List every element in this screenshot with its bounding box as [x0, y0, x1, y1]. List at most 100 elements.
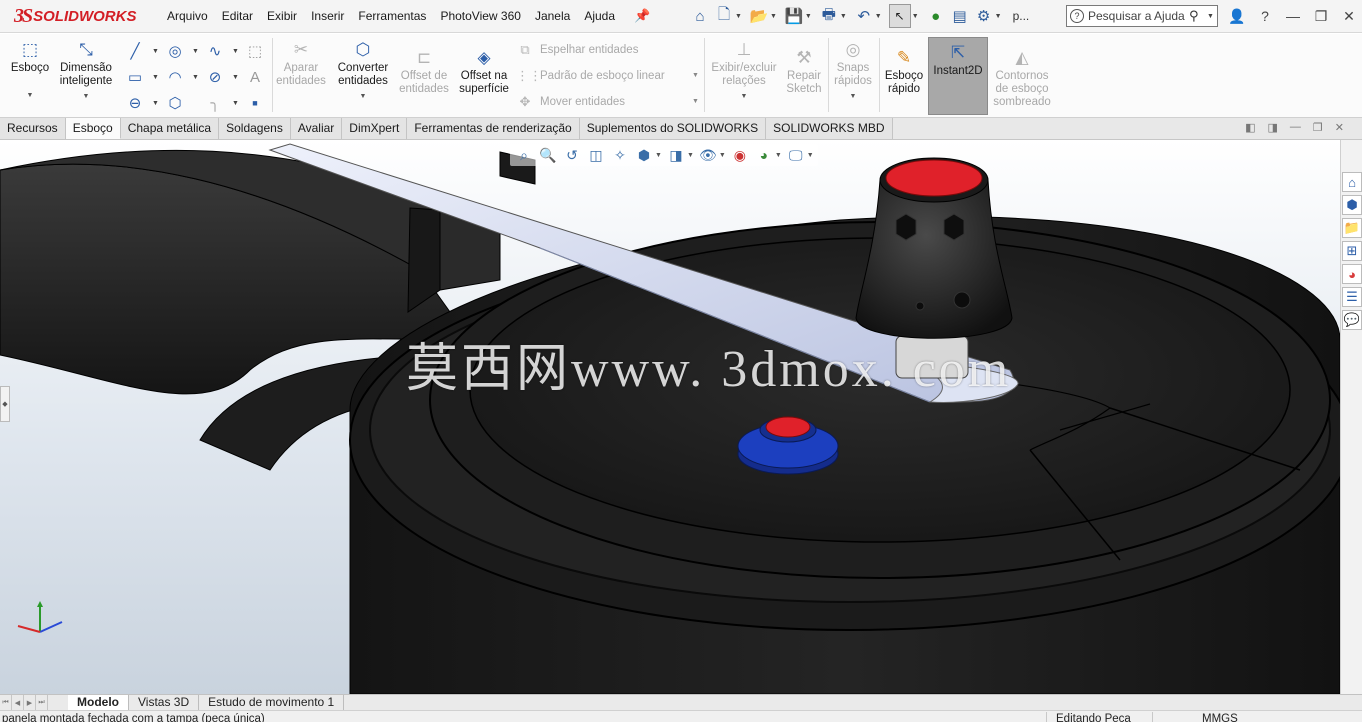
- hide-show-icon[interactable]: 👁: [698, 145, 718, 165]
- previous-icon[interactable]: ◧: [1245, 121, 1255, 134]
- next-icon[interactable]: ◨: [1268, 121, 1278, 134]
- zoom-to-fit-icon[interactable]: ⌕: [514, 145, 534, 165]
- restore-doc-icon[interactable]: ❐: [1313, 121, 1323, 134]
- menu-editar[interactable]: Editar: [215, 9, 260, 23]
- menu-ferramentas[interactable]: Ferramentas: [351, 9, 433, 23]
- chevron-down-icon[interactable]: ▼: [840, 13, 847, 20]
- chevron-down-icon[interactable]: ▼: [83, 90, 90, 103]
- instant2d-button[interactable]: ⇱ Instant2D: [928, 37, 988, 115]
- chevron-down-icon[interactable]: ▼: [655, 152, 662, 159]
- forum-icon[interactable]: 💬: [1342, 310, 1362, 330]
- chevron-down-icon[interactable]: ▼: [875, 13, 882, 20]
- point-icon[interactable]: ■: [246, 94, 264, 112]
- appearances-icon[interactable]: ◕: [1342, 264, 1362, 284]
- plane-icon[interactable]: ⬚: [246, 42, 264, 60]
- edit-appearance-icon[interactable]: ◉: [730, 145, 750, 165]
- zoom-area-icon[interactable]: 🔍: [538, 145, 558, 165]
- last-tab-icon[interactable]: ⏭: [36, 695, 48, 710]
- shaded-sketch-contours-button[interactable]: ◭ Contornos de esboço sombreado: [990, 46, 1054, 109]
- options-gear-icon[interactable]: ⚙: [974, 6, 994, 26]
- pin-icon[interactable]: 📌: [634, 8, 650, 24]
- chevron-down-icon[interactable]: ▼: [807, 152, 814, 159]
- convert-entities-button[interactable]: ⬡ Converter entidades ▼: [334, 38, 392, 103]
- help-search-input[interactable]: Pesquisar a Ajuda: [1088, 9, 1189, 23]
- display-style-icon[interactable]: ◨: [666, 145, 686, 165]
- esboco-button[interactable]: ⬚ Esboço ▼: [8, 38, 52, 102]
- dynamic-annotation-icon[interactable]: ✧: [610, 145, 630, 165]
- spline-icon[interactable]: ∿: [206, 42, 224, 60]
- circle-icon[interactable]: ◎: [166, 42, 184, 60]
- solidworks-resources-icon[interactable]: ⌂: [1342, 172, 1362, 192]
- custom-properties-icon[interactable]: ☰: [1342, 287, 1362, 307]
- chevron-down-icon[interactable]: ▼: [741, 90, 748, 103]
- repair-sketch-button[interactable]: ⚒ Repair Sketch: [782, 46, 826, 96]
- line-icon[interactable]: ╱: [126, 42, 144, 60]
- previous-view-icon[interactable]: ↺: [562, 145, 582, 165]
- file-properties-icon[interactable]: ▤: [950, 6, 970, 26]
- solidworks-logo[interactable]: 3S SOLIDWORKS: [0, 0, 160, 33]
- undo-icon[interactable]: ↶: [854, 6, 874, 26]
- minimize-icon[interactable]: —: [1282, 8, 1304, 24]
- restore-icon[interactable]: ❐: [1310, 8, 1332, 25]
- menu-janela[interactable]: Janela: [528, 9, 577, 23]
- linear-pattern-button[interactable]: ⋮⋮ Padrão de esboço linear: [516, 68, 665, 84]
- chevron-down-icon[interactable]: ▼: [152, 100, 159, 107]
- menu-ajuda[interactable]: Ajuda: [577, 9, 622, 23]
- chevron-down-icon[interactable]: ▼: [27, 89, 34, 102]
- chevron-down-icon[interactable]: ▼: [232, 48, 239, 55]
- offset-surface-button[interactable]: ◈ Offset na superfície: [456, 46, 512, 96]
- offset-entities-button[interactable]: ⊏ Offset de entidades: [396, 46, 452, 96]
- trim-entities-button[interactable]: ✂ Aparar entidades: [274, 38, 328, 88]
- tab-dimxpert[interactable]: DimXpert: [342, 118, 408, 139]
- traffic-light-icon[interactable]: ●: [926, 6, 946, 26]
- user-icon[interactable]: 👤: [1226, 8, 1248, 25]
- tab-suplementos[interactable]: Suplementos do SOLIDWORKS: [579, 118, 767, 139]
- arc-icon[interactable]: ◠: [166, 68, 184, 86]
- chevron-down-icon[interactable]: ▼: [995, 13, 1002, 20]
- file-explorer-icon[interactable]: 📁: [1342, 218, 1362, 238]
- chevron-down-icon[interactable]: ▼: [805, 13, 812, 20]
- chevron-down-icon[interactable]: ▼: [360, 90, 367, 103]
- chevron-down-icon[interactable]: ▼: [770, 13, 777, 20]
- chevron-down-icon[interactable]: ▼: [1207, 13, 1217, 20]
- chevron-down-icon[interactable]: ▼: [152, 48, 159, 55]
- chevron-down-icon[interactable]: ▼: [692, 72, 699, 79]
- chevron-down-icon[interactable]: ▼: [850, 90, 857, 103]
- minimize-doc-icon[interactable]: —: [1290, 121, 1301, 134]
- chevron-down-icon[interactable]: ▼: [775, 152, 782, 159]
- next-tab-icon[interactable]: ▶: [24, 695, 36, 710]
- open-folder-icon[interactable]: 📂: [749, 6, 769, 26]
- quick-label[interactable]: p...: [1013, 9, 1030, 23]
- chevron-down-icon[interactable]: ▼: [912, 13, 919, 20]
- menu-photoview[interactable]: PhotoView 360: [433, 9, 528, 23]
- chevron-down-icon[interactable]: ▼: [735, 13, 742, 20]
- close-icon[interactable]: ✕: [1338, 8, 1360, 25]
- tab-recursos[interactable]: Recursos: [0, 118, 66, 139]
- chevron-down-icon[interactable]: ▼: [192, 74, 199, 81]
- mirror-entities-button[interactable]: ⧉ Espelhar entidades: [516, 42, 638, 58]
- chevron-down-icon[interactable]: ▼: [192, 48, 199, 55]
- help-icon[interactable]: ?: [1254, 8, 1276, 24]
- tab-avaliar[interactable]: Avaliar: [290, 118, 343, 139]
- save-icon[interactable]: 💾: [784, 6, 804, 26]
- chevron-down-icon[interactable]: ▼: [719, 152, 726, 159]
- tab-esboco[interactable]: Esboço: [65, 118, 121, 139]
- section-view-icon[interactable]: ◫: [586, 145, 606, 165]
- first-tab-icon[interactable]: ⏮: [0, 695, 12, 710]
- tab-soldagens[interactable]: Soldagens: [219, 118, 291, 139]
- rectangle-icon[interactable]: ▭: [126, 68, 144, 86]
- polygon-icon[interactable]: ⊘: [206, 68, 224, 86]
- select-cursor-icon[interactable]: ↖: [888, 4, 911, 28]
- previous-tab-icon[interactable]: ◀: [12, 695, 24, 710]
- chevron-down-icon[interactable]: ▼: [232, 100, 239, 107]
- chevron-down-icon[interactable]: ▼: [687, 152, 694, 159]
- hexagon-icon[interactable]: ⬡: [166, 94, 184, 112]
- tab-vistas-3d[interactable]: Vistas 3D: [129, 695, 200, 710]
- chevron-down-icon[interactable]: ▼: [232, 74, 239, 81]
- tab-solidworks-mbd[interactable]: SOLIDWORKS MBD: [766, 118, 893, 139]
- print-icon[interactable]: 🖶: [819, 6, 839, 26]
- chevron-down-icon[interactable]: ▼: [692, 98, 699, 105]
- view-settings-icon[interactable]: 🖵: [786, 145, 806, 165]
- new-document-icon[interactable]: 🗋: [714, 6, 734, 26]
- tab-estudo-movimento[interactable]: Estudo de movimento 1: [199, 695, 345, 710]
